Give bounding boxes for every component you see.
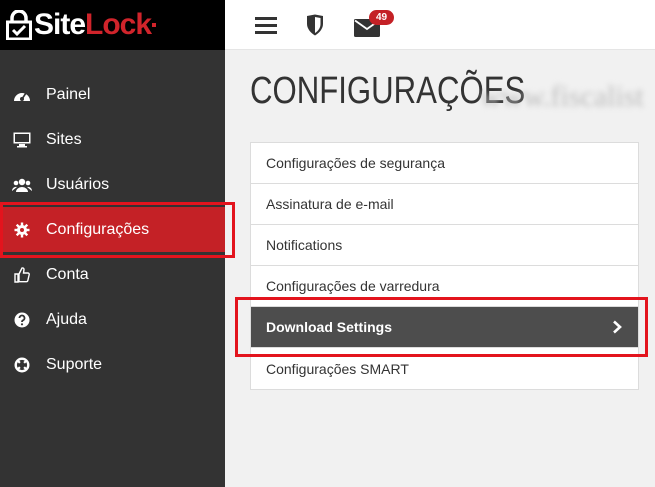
menu-item-varredura[interactable]: Configurações de varredura — [251, 266, 638, 307]
gear-icon — [12, 220, 32, 240]
sidebar-item-conta[interactable]: Conta — [0, 252, 225, 297]
brand-name: SiteLock — [34, 8, 152, 41]
sitelock-logo[interactable]: SiteLock — [0, 0, 225, 50]
menu-item-notifications[interactable]: Notifications — [251, 225, 638, 266]
sidebar-item-label: Ajuda — [46, 310, 87, 328]
menu-item-label: Configurações de segurança — [266, 155, 446, 171]
sidebar-item-sites[interactable]: Sites — [0, 117, 225, 162]
hamburger-menu-icon[interactable] — [255, 16, 277, 39]
menu-item-label: Notifications — [266, 237, 343, 253]
dashboard-icon — [12, 85, 32, 105]
sidebar-item-label: Sites — [46, 130, 82, 148]
sidebar-item-configuracoes[interactable]: Configurações — [0, 207, 225, 252]
sidebar-nav: Painel Sites Usuários Configurações Cont… — [0, 72, 225, 387]
menu-item-label: Configurações SMART — [266, 360, 409, 377]
sidebar-item-label: Usuários — [46, 175, 110, 193]
chevron-right-icon — [612, 320, 622, 337]
menu-item-smart[interactable]: Configurações SMART — [251, 348, 638, 389]
shield-icon[interactable] — [306, 14, 324, 41]
monitor-icon — [12, 130, 32, 150]
messages-badge[interactable]: 49 — [369, 10, 394, 25]
menu-item-label: Download Settings — [266, 319, 392, 335]
menu-item-label: Assinatura de e-mail — [266, 196, 394, 212]
brand-dot — [152, 23, 157, 27]
lifebuoy-icon — [12, 355, 32, 375]
question-icon — [12, 310, 32, 330]
sidebar-item-painel[interactable]: Painel — [0, 72, 225, 117]
sidebar-item-label: Conta — [46, 265, 89, 283]
sidebar-item-usuarios[interactable]: Usuários — [0, 162, 225, 207]
sidebar-item-label: Painel — [46, 85, 91, 103]
menu-item-label: Configurações de varredura — [266, 278, 440, 294]
thumbs-up-icon — [12, 265, 32, 285]
sidebar-item-suporte[interactable]: Suporte — [0, 342, 225, 387]
users-icon — [12, 175, 32, 195]
top-bar: 49 — [225, 0, 655, 50]
sidebar: SiteLock Painel Sites Usuários Configura… — [0, 0, 225, 487]
menu-item-download-settings[interactable]: Download Settings — [251, 307, 638, 348]
lock-icon — [6, 9, 32, 41]
sidebar-item-label: Suporte — [46, 355, 103, 373]
settings-menu: Configurações de segurança Assinatura de… — [250, 142, 639, 390]
blurred-watermark: www.fiscalist — [480, 80, 644, 113]
sidebar-item-label: Configurações — [46, 220, 150, 238]
menu-item-assinatura[interactable]: Assinatura de e-mail — [251, 184, 638, 225]
menu-item-seguranca[interactable]: Configurações de segurança — [251, 143, 638, 184]
sidebar-item-ajuda[interactable]: Ajuda — [0, 297, 225, 342]
